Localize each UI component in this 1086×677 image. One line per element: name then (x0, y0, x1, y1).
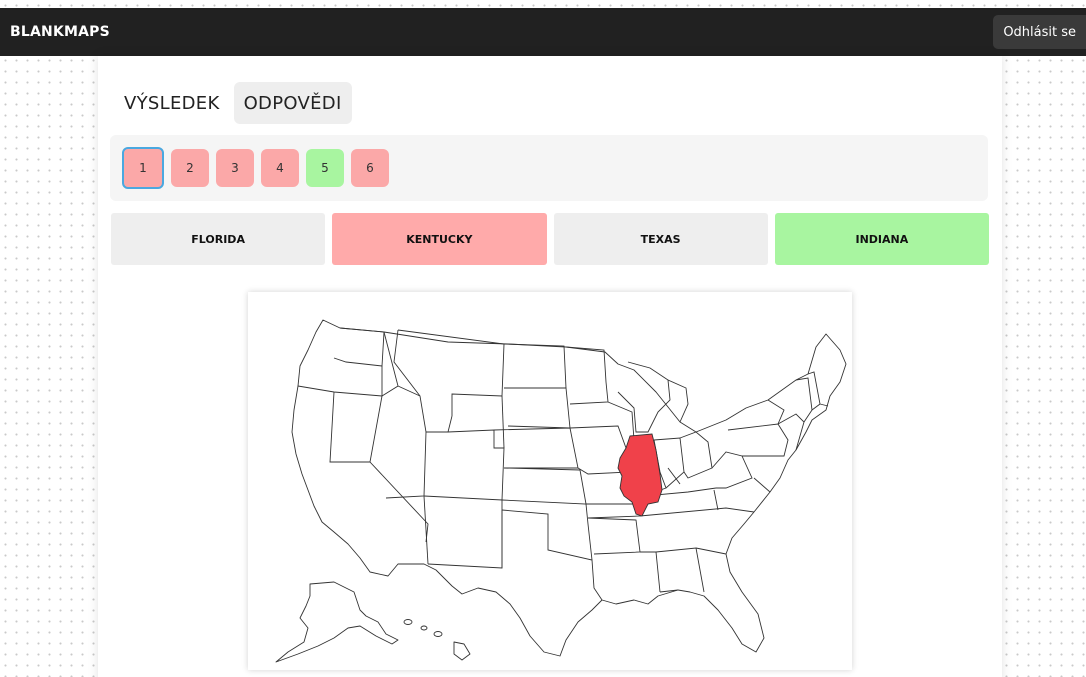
question-button-4[interactable]: 4 (261, 149, 299, 187)
answer-option-indiana[interactable]: INDIANA (774, 213, 989, 265)
hawaii-islands (403, 619, 471, 661)
brand-logo[interactable]: BLANKMAPS (10, 24, 110, 40)
answer-options: FLORIDA KENTUCKY TEXAS INDIANA (111, 213, 989, 265)
tab-result[interactable]: VÝSLEDEK (114, 82, 230, 124)
tab-bar: VÝSLEDEK ODPOVĚDI (114, 82, 352, 124)
question-button-1[interactable]: 1 (122, 147, 164, 189)
question-selector: 1 2 3 4 5 6 (110, 135, 988, 201)
question-button-5[interactable]: 5 (306, 149, 344, 187)
results-card: VÝSLEDEK ODPOVĚDI 1 2 3 4 5 6 FLORIDA KE… (98, 56, 1002, 677)
alaska-shape (275, 581, 399, 663)
question-button-6[interactable]: 6 (351, 149, 389, 187)
question-button-3[interactable]: 3 (216, 149, 254, 187)
answer-option-florida[interactable]: FLORIDA (111, 213, 326, 265)
answer-option-texas[interactable]: TEXAS (553, 213, 768, 265)
top-navbar: BLANKMAPS Odhlásit se (0, 8, 1086, 56)
us-map-svg (275, 319, 847, 663)
answer-option-kentucky[interactable]: KENTUCKY (332, 213, 547, 265)
question-button-2[interactable]: 2 (171, 149, 209, 187)
logout-button[interactable]: Odhlásit se (993, 15, 1086, 49)
us-map (248, 292, 852, 670)
tab-answers[interactable]: ODPOVĚDI (233, 82, 352, 124)
usa-outline (291, 319, 847, 657)
